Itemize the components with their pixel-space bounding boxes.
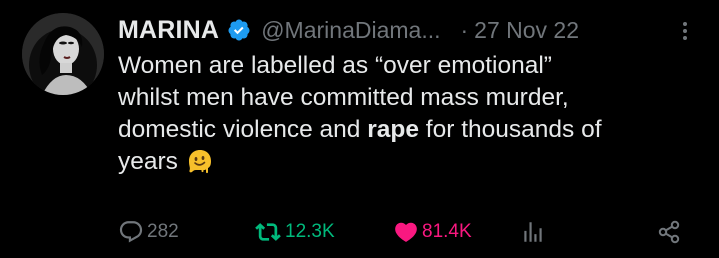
tweet-text-segment: for thousands of [419,116,602,143]
views-icon [520,219,546,245]
reply-icon [118,219,144,245]
more-options-icon[interactable] [679,20,691,42]
tweet-text: Women are labelled as “over emotional” w… [118,50,708,178]
avatar[interactable] [22,13,104,95]
like-count: 81.4K [422,221,472,242]
heart-icon [393,219,419,245]
tweet-actions: 282 12.3K 81.4K [118,216,698,248]
views-button[interactable] [520,216,546,248]
verified-badge-icon[interactable] [227,18,251,42]
tweet-text-line: domestic violence and rape for thousands… [118,114,708,146]
melting-face-emoji-icon [187,148,213,174]
tweet-text-line: Women are labelled as “over emotional” [118,52,552,79]
tweet-text-line: whilst men have committed mass murder, [118,84,569,111]
tweet-header: MARINA @MarinaDiama... · 27 Nov 22 [118,14,699,46]
retweet-icon [254,219,282,245]
tweet[interactable]: MARINA @MarinaDiama... · 27 Nov 22 Women… [0,0,719,258]
reply-count: 282 [147,221,179,242]
share-button[interactable] [656,216,682,248]
retweet-count: 12.3K [285,221,335,242]
author-handle[interactable]: @MarinaDiama... [261,17,440,44]
tweet-date[interactable]: 27 Nov 22 [474,17,579,44]
tweet-text-bold: rape [367,116,419,143]
tweet-text-segment: domestic violence and [118,116,368,143]
share-icon [656,219,682,245]
tweet-text-line: years [118,146,708,178]
separator-dot: · [460,16,469,43]
like-button[interactable]: 81.4K [393,216,472,248]
retweet-button[interactable]: 12.3K [254,216,335,248]
tweet-text-segment: years [118,148,178,175]
reply-button[interactable]: 282 [118,216,179,248]
author-name[interactable]: MARINA [118,16,219,45]
